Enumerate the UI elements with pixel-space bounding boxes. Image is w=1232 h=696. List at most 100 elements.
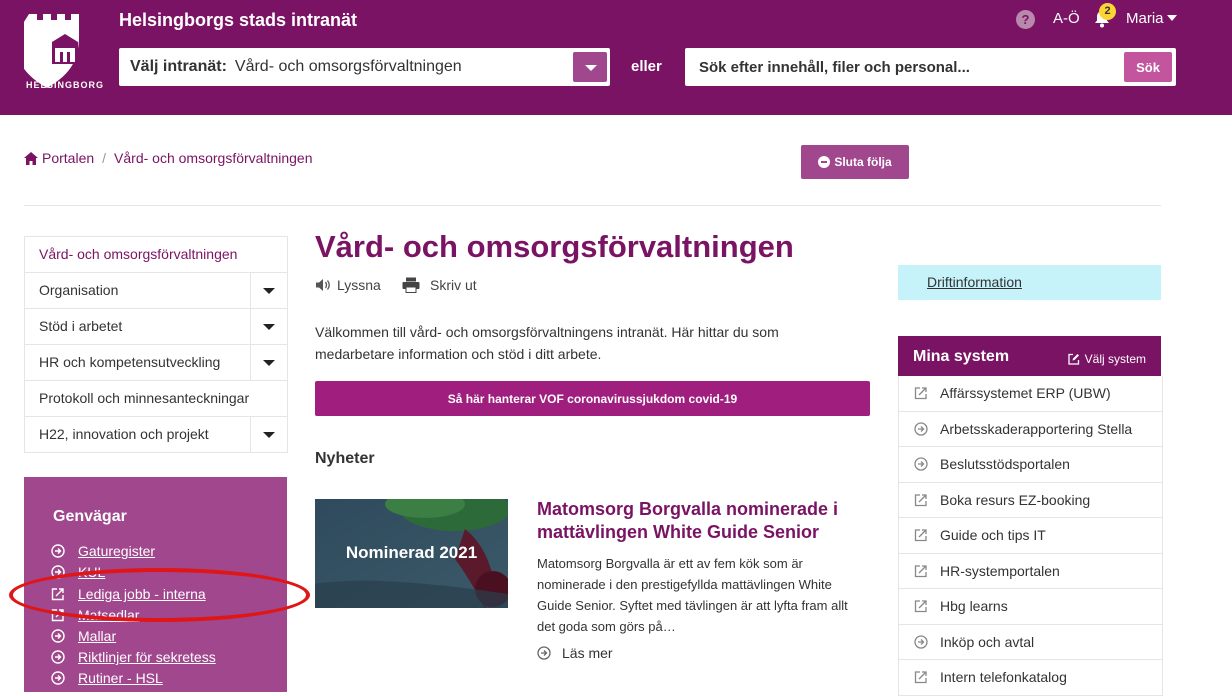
system-link[interactable]: Boka resurs EZ-booking <box>899 483 1162 518</box>
sidebar-item-protokoll[interactable]: Protokoll och minnesanteckningar <box>25 381 287 417</box>
system-label: Beslutsstödsportalen <box>940 456 1070 473</box>
sidebar-item-label: HR och kompetensutveckling <box>39 354 221 370</box>
arrow-circle-icon <box>51 544 65 558</box>
external-link-icon <box>914 671 927 684</box>
read-more-link[interactable]: Läs mer <box>537 645 613 661</box>
printer-icon <box>402 277 420 293</box>
system-label: Arbetsskaderapportering Stella <box>940 420 1133 437</box>
intro-text: Välkommen till vård- och omsorgsförvaltn… <box>315 324 779 362</box>
chevron-down-icon[interactable] <box>250 345 287 380</box>
system-link[interactable]: Guide och tips IT <box>899 518 1162 554</box>
external-link-icon <box>914 529 927 542</box>
chevron-down-icon[interactable] <box>250 273 287 308</box>
my-systems-list: Affärssystemet ERP (UBW) Arbetsskaderapp… <box>898 376 1163 696</box>
news-heading: Nyheter <box>315 450 375 467</box>
system-label: Inköp och avtal <box>940 633 1035 650</box>
print-button[interactable]: Skriv ut <box>402 277 477 293</box>
unfollow-button[interactable]: Sluta följa <box>801 145 909 179</box>
system-label: Hbg learns <box>940 598 1008 615</box>
system-link[interactable]: Intern telefonkatalog <box>899 660 1162 696</box>
help-icon[interactable]: ? <box>1016 10 1035 29</box>
arrow-circle-icon <box>51 650 65 664</box>
speaker-icon <box>316 279 330 291</box>
system-link[interactable]: Affärssystemet ERP (UBW) <box>899 376 1162 412</box>
system-label: Boka resurs EZ-booking <box>940 491 1091 508</box>
or-text: eller <box>631 58 662 75</box>
sidebar-item-label: H22, innovation och projekt <box>39 426 209 442</box>
arrow-circle-icon <box>914 457 928 471</box>
shortcut-link[interactable]: Gaturegister <box>51 543 155 559</box>
arrow-circle-icon <box>914 635 928 649</box>
site-title[interactable]: Helsingborgs stads intranät <box>119 10 357 31</box>
chevron-down-icon[interactable] <box>250 417 287 452</box>
shortcut-link[interactable]: Rutiner - HSL <box>51 670 163 686</box>
intranet-select-value[interactable]: Vård- och omsorgsförvaltningen <box>235 58 462 76</box>
system-link[interactable]: Inköp och avtal <box>899 625 1162 660</box>
shortcut-link[interactable]: Riktlinjer för sekretess <box>51 649 216 665</box>
system-link[interactable]: Arbetsskaderapportering Stella <box>899 412 1162 447</box>
sidebar-item-label: Organisation <box>39 282 119 298</box>
breadcrumb: Portalen / Vård- och omsorgsförvaltningen <box>24 150 312 166</box>
arrow-circle-icon <box>51 671 65 685</box>
read-more-label: Läs mer <box>562 645 613 661</box>
logo-text: HELSINGBORG <box>25 80 104 90</box>
system-link[interactable]: Hbg learns <box>899 589 1162 625</box>
news-image-label: Nominerad 2021 <box>345 543 478 562</box>
external-link-icon <box>914 600 927 613</box>
shortcut-link[interactable]: Mallar <box>51 628 116 644</box>
sidebar-item-stod[interactable]: Stöd i arbetet <box>25 309 287 345</box>
news-excerpt: Matomsorg Borgvalla är ett av fem kök so… <box>537 556 848 634</box>
system-label: Intern telefonkatalog <box>940 669 1067 686</box>
site-header: HELSINGBORG Helsingborgs stads intranät … <box>0 0 1232 115</box>
arrow-circle-icon <box>914 422 928 436</box>
drift-info-link[interactable]: Driftinformation <box>927 274 1022 290</box>
breadcrumb-separator: / <box>102 150 107 166</box>
external-link-icon <box>914 387 927 400</box>
shortcuts-title: Genvägar <box>53 508 127 525</box>
listen-button[interactable]: Lyssna <box>315 277 381 293</box>
print-label: Skriv ut <box>430 277 477 293</box>
az-link[interactable]: A-Ö <box>1053 10 1080 27</box>
choose-systems-label: Välj system <box>1084 352 1146 366</box>
sidebar-item-organisation[interactable]: Organisation <box>25 273 287 309</box>
system-label: Affärssystemet ERP (UBW) <box>940 385 1111 402</box>
chevron-down-icon[interactable] <box>573 52 607 82</box>
covid-info-button[interactable]: Så här hanterar VOF coronavirussjukdom c… <box>315 381 870 416</box>
drift-info-box: Driftinformation <box>898 265 1161 300</box>
system-link[interactable]: HR-systemportalen <box>899 554 1162 589</box>
arrow-circle-icon <box>51 629 65 643</box>
search-button[interactable]: Sök <box>1124 52 1172 82</box>
news-title[interactable]: Matomsorg Borgvalla nominerade i mattävl… <box>537 498 857 544</box>
external-link-icon <box>914 565 927 577</box>
listen-label: Lyssna <box>337 277 381 293</box>
search-box: Sök <box>685 48 1176 86</box>
sidebar-item-label: Stöd i arbetet <box>39 318 123 334</box>
search-input[interactable] <box>685 48 1115 86</box>
intranet-select-label: Välj intranät: <box>130 58 227 75</box>
intranet-select[interactable]: Välj intranät: Vård- och omsorgsförvaltn… <box>119 48 610 86</box>
shortcut-label: Mallar <box>78 628 117 644</box>
edit-icon <box>1067 353 1079 365</box>
divider <box>24 205 1161 206</box>
my-systems-title: Mina system <box>913 348 1010 365</box>
breadcrumb-home[interactable]: Portalen <box>42 150 94 166</box>
news-image[interactable]: Nominerad 2021 <box>315 499 508 608</box>
system-label: HR-systemportalen <box>940 562 1060 579</box>
home-icon <box>24 152 38 165</box>
sidebar-item-vof[interactable]: Vård- och omsorgsförvaltningen <box>25 237 287 273</box>
system-label: Guide och tips IT <box>940 527 1046 544</box>
sidebar-item-label: Protokoll och minnesanteckningar <box>39 390 250 406</box>
choose-systems-button[interactable]: Välj system <box>1067 352 1146 366</box>
system-link[interactable]: Beslutsstödsportalen <box>899 447 1162 483</box>
notification-badge: 2 <box>1099 3 1116 20</box>
breadcrumb-current[interactable]: Vård- och omsorgsförvaltningen <box>114 150 312 166</box>
user-name: Maria <box>1126 10 1164 27</box>
chevron-down-icon[interactable] <box>250 309 287 344</box>
shortcut-label: Riktlinjer för sekretess <box>78 649 216 665</box>
user-menu[interactable]: Maria <box>1126 10 1177 27</box>
sidebar-item-hr[interactable]: HR och kompetensutveckling <box>25 345 287 381</box>
sidebar-item-h22[interactable]: H22, innovation och projekt <box>25 417 287 453</box>
shortcut-label: Gaturegister <box>78 543 156 559</box>
shortcut-label: Rutiner - HSL <box>78 670 163 686</box>
unfollow-label: Sluta följa <box>834 155 892 169</box>
